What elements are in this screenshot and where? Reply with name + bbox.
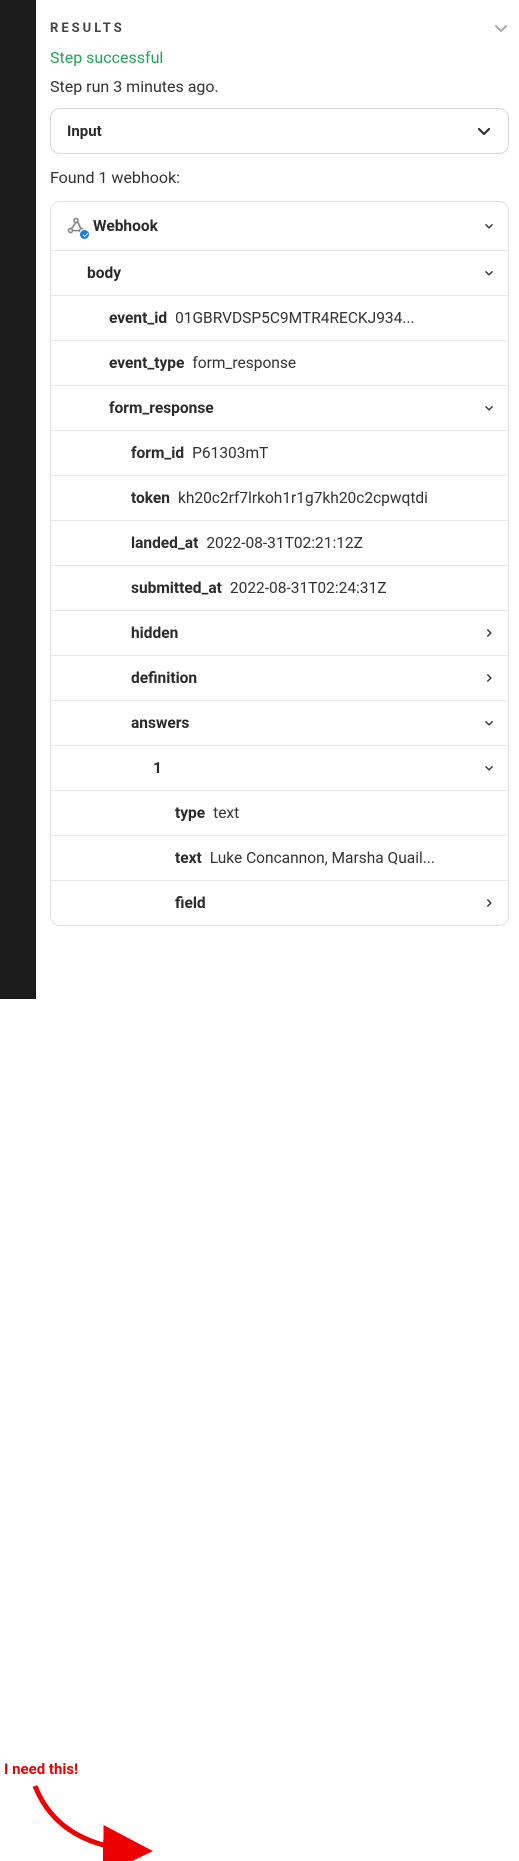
chevron-right-icon	[478, 670, 494, 686]
tree-row-answer-1[interactable]: 1	[51, 745, 508, 790]
tree-key: answers	[131, 714, 189, 732]
tree-row-hidden[interactable]: hidden	[51, 610, 508, 655]
tree-row-text[interactable]: text Luke Concannon, Marsha Quail...	[51, 835, 508, 880]
chevron-down-icon	[493, 20, 509, 36]
tree-row-form-id[interactable]: form_id P61303mT	[51, 430, 508, 475]
status-meta: Step run 3 minutes ago.	[50, 77, 509, 96]
annotation-text: I need this!	[4, 1760, 78, 1778]
tree-key: definition	[131, 669, 197, 687]
tree-value: text	[213, 804, 494, 822]
tree-value: P61303mT	[192, 444, 494, 462]
output-tree: Webhook body event_id 01GBRVDSP5C9MTR4RE…	[50, 201, 509, 926]
tree-key: text	[175, 849, 202, 867]
tree-value: Luke Concannon, Marsha Quail...	[210, 849, 494, 867]
tree-row-answers[interactable]: answers	[51, 700, 508, 745]
tree-row-field[interactable]: field	[51, 880, 508, 925]
tree-key: event_id	[109, 309, 167, 327]
tree-value: kh20c2rf7lrkoh1r1g7kh20c2cpwqtdi	[178, 489, 494, 507]
results-panel: RESULTS Step successful Step run 3 minut…	[36, 0, 519, 926]
tree-key: field	[175, 894, 206, 912]
webhook-icon	[65, 215, 87, 237]
tree-value: 2022-08-31T02:24:31Z	[230, 579, 494, 597]
tree-key: form_response	[109, 399, 214, 417]
tree-key: body	[87, 264, 121, 282]
input-toggle[interactable]: Input	[50, 108, 509, 154]
results-title: RESULTS	[50, 21, 125, 36]
tree-row-definition[interactable]: definition	[51, 655, 508, 700]
tree-key: Webhook	[93, 217, 158, 235]
chevron-down-icon	[478, 265, 494, 281]
tree-value: 2022-08-31T02:21:12Z	[206, 534, 494, 552]
left-stripe	[0, 0, 36, 999]
tree-key: type	[175, 804, 205, 822]
tree-row-token[interactable]: token kh20c2rf7lrkoh1r1g7kh20c2cpwqtdi	[51, 475, 508, 520]
found-text: Found 1 webhook:	[50, 168, 509, 187]
results-header[interactable]: RESULTS	[50, 20, 509, 36]
tree-key: form_id	[131, 444, 184, 462]
tree-row-event-type[interactable]: event_type form_response	[51, 340, 508, 385]
tree-key: submitted_at	[131, 579, 222, 597]
tree-row-webhook[interactable]: Webhook	[51, 202, 508, 250]
chevron-right-icon	[478, 895, 494, 911]
chevron-down-icon	[478, 400, 494, 416]
tree-row-form-response[interactable]: form_response	[51, 385, 508, 430]
chevron-down-icon	[476, 123, 492, 139]
tree-row-type[interactable]: type text	[51, 790, 508, 835]
verified-badge-icon	[79, 229, 90, 240]
status-success: Step successful	[50, 48, 509, 67]
tree-key: hidden	[131, 624, 178, 642]
tree-row-event-id[interactable]: event_id 01GBRVDSP5C9MTR4RECKJ934...	[51, 295, 508, 340]
tree-value: form_response	[192, 354, 494, 372]
input-label: Input	[67, 122, 102, 140]
tree-row-submitted-at[interactable]: submitted_at 2022-08-31T02:24:31Z	[51, 565, 508, 610]
chevron-down-icon	[478, 218, 494, 234]
tree-key: 1	[153, 759, 162, 777]
annotation-arrow-icon	[30, 1781, 160, 1861]
tree-key: landed_at	[131, 534, 198, 552]
chevron-down-icon	[478, 715, 494, 731]
tree-row-landed-at[interactable]: landed_at 2022-08-31T02:21:12Z	[51, 520, 508, 565]
tree-key: token	[131, 489, 170, 507]
tree-row-body[interactable]: body	[51, 250, 508, 295]
chevron-right-icon	[478, 625, 494, 641]
tree-key: event_type	[109, 354, 184, 372]
chevron-down-icon	[478, 760, 494, 776]
tree-value: 01GBRVDSP5C9MTR4RECKJ934...	[175, 309, 494, 327]
